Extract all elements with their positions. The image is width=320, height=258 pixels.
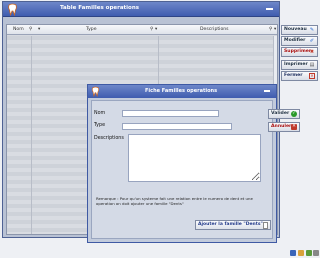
search-icon[interactable]: ⚲ (269, 27, 272, 32)
valider-label: Valider (271, 111, 290, 116)
descriptions-field[interactable] (128, 134, 261, 182)
window-title: Table Familles operations (60, 5, 140, 11)
nouveau-button[interactable]: Nouveau ✎ (281, 25, 318, 35)
cancel-icon: ✕ (291, 124, 297, 130)
delete-icon: ✖ (309, 49, 315, 55)
taskbar (0, 249, 320, 258)
supprimer-button[interactable]: Supprimer ✖ (281, 47, 318, 57)
fermer-button[interactable]: Fermer ✕ (281, 71, 318, 81)
annuler-button[interactable]: Annuler ✕ (268, 122, 300, 132)
tooth-logo-icon (8, 3, 17, 16)
modifier-label: Modifier (284, 38, 306, 43)
remarque-text: Remarque : Pour qu'un systeme fait une r… (96, 196, 253, 207)
printer-icon: ▤ (309, 62, 315, 68)
checkmark-icon: ✓ (291, 111, 297, 117)
sort-arrow-icon[interactable]: ▾ (155, 27, 157, 32)
new-document-icon: ✎ (309, 27, 315, 33)
type-label: Type (94, 123, 106, 128)
taskbar-app-icon[interactable] (298, 250, 304, 256)
tooth-logo-icon (91, 86, 100, 97)
imprimer-button[interactable]: Imprimer ▤ (281, 60, 318, 70)
dialog-body: Nom Type Descriptions Remarque : Pour qu… (91, 100, 273, 239)
window-titlebar[interactable]: Table Familles operations (3, 2, 279, 17)
ajouter-famille-dents-button[interactable]: Ajouter la famille "Dents" (195, 220, 271, 230)
minimize-icon[interactable] (264, 90, 270, 92)
column-divider (31, 36, 32, 234)
column-header-nom[interactable]: Nom (13, 27, 24, 32)
ajouter-label: Ajouter la famille "Dents" (198, 222, 263, 227)
type-field[interactable] (122, 123, 232, 130)
modifier-button[interactable]: Modifier ✐ (281, 36, 318, 46)
sort-arrow-icon[interactable]: ▾ (38, 27, 40, 32)
taskbar-app-icon[interactable] (313, 250, 319, 256)
supprimer-label: Supprimer (284, 49, 312, 54)
column-header-descriptions[interactable]: Descriptions (200, 27, 229, 32)
valider-button[interactable]: Valider ✓ (268, 109, 300, 119)
nom-label: Nom (94, 111, 106, 116)
table-header: Nom ⚲ Type ⚲ Descriptions ⚲ ▾ ▾ ▾ (7, 25, 277, 35)
column-header-type[interactable]: Type (86, 27, 97, 32)
annuler-label: Annuler (271, 124, 292, 129)
taskbar-app-icon[interactable] (290, 250, 296, 256)
taskbar-app-icon[interactable] (306, 250, 312, 256)
close-icon: ✕ (309, 73, 315, 79)
minimize-icon[interactable] (266, 8, 273, 10)
fiche-familles-dialog: Fiche Familles operations Nom Type Descr… (87, 84, 277, 243)
dialog-title: Fiche Familles operations (145, 88, 218, 94)
search-icon[interactable]: ⚲ (29, 27, 32, 32)
dialog-titlebar[interactable]: Fiche Familles operations (88, 85, 276, 98)
sort-arrow-icon[interactable]: ▾ (274, 27, 276, 32)
nouveau-label: Nouveau (284, 27, 307, 32)
edit-icon: ✐ (309, 38, 315, 44)
fermer-label: Fermer (284, 73, 303, 78)
nom-field[interactable] (122, 110, 219, 117)
descriptions-label: Descriptions (94, 136, 124, 141)
search-icon[interactable]: ⚲ (150, 27, 153, 32)
document-icon (263, 222, 268, 229)
imprimer-label: Imprimer (284, 62, 308, 67)
